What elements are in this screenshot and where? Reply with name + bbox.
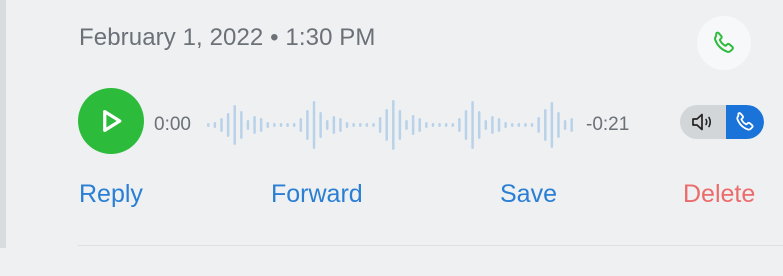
waveform-bar	[491, 116, 494, 134]
waveform-bar	[233, 105, 236, 145]
waveform-bar	[524, 123, 527, 127]
phone-option[interactable]	[726, 105, 764, 139]
waveform-bar	[484, 120, 488, 130]
waveform-bar	[312, 101, 316, 149]
call-type-badge	[697, 16, 751, 70]
waveform-bar	[299, 118, 303, 132]
speaker-icon	[692, 113, 712, 131]
waveform-bar	[458, 118, 461, 132]
waveform-bar	[286, 123, 289, 127]
waveform-bar	[438, 123, 441, 127]
waveform-bar	[385, 109, 388, 141]
waveform-bar	[266, 122, 270, 128]
waveform-bar	[550, 102, 554, 148]
delete-button[interactable]: Delete	[683, 180, 755, 209]
waveform-bar	[510, 123, 514, 127]
waveform-bar	[563, 120, 567, 130]
waveform-bar	[451, 123, 455, 127]
waveform-bar	[372, 123, 375, 127]
waveform-bar	[332, 116, 336, 134]
divider	[78, 245, 783, 246]
waveform-bar	[504, 122, 507, 128]
waveform-bar	[392, 100, 395, 150]
waveform-bar	[306, 110, 309, 140]
phone-icon	[736, 112, 754, 131]
waveform-bar	[345, 122, 349, 128]
waveform-bar	[517, 123, 521, 127]
speaker-option[interactable]	[680, 105, 726, 139]
waveform-bar	[425, 122, 428, 128]
waveform-bar	[207, 123, 210, 127]
phone-icon	[714, 31, 734, 53]
waveform-bar	[431, 123, 435, 127]
waveform-bar	[537, 117, 540, 133]
message-timestamp: February 1, 2022 • 1:30 PM	[79, 24, 376, 51]
waveform-bar	[471, 101, 474, 149]
left-border	[0, 0, 6, 248]
waveform-bar	[273, 123, 276, 127]
waveform-bar	[405, 120, 408, 130]
waveform-bar	[411, 115, 415, 135]
audio-output-toggle[interactable]	[680, 105, 764, 139]
play-icon	[103, 110, 122, 132]
waveform-bar	[253, 116, 256, 134]
waveform-bar	[246, 120, 250, 130]
waveform-bar	[359, 123, 362, 127]
time-remaining: -0:21	[586, 114, 630, 135]
waveform-bar	[240, 111, 243, 139]
waveform-scrubber[interactable]	[205, 92, 575, 158]
waveform-bar	[544, 109, 547, 141]
time-elapsed: 0:00	[154, 114, 191, 135]
waveform-bar	[557, 112, 560, 138]
waveform-bar	[319, 112, 322, 138]
waveform-bar	[213, 122, 217, 128]
waveform-bar	[530, 123, 534, 127]
waveform-bar	[352, 123, 355, 127]
waveform-bar	[365, 123, 369, 127]
reply-button[interactable]: Reply	[79, 180, 143, 209]
waveform-bar	[398, 110, 402, 140]
waveform-bar	[477, 111, 481, 139]
waveform-bar	[220, 118, 223, 132]
waveform-bar	[464, 110, 468, 140]
waveform-bar	[279, 123, 283, 127]
waveform-bar	[497, 118, 501, 132]
waveform-bar	[570, 118, 573, 132]
save-button[interactable]: Save	[500, 180, 557, 209]
waveform-bar	[339, 118, 342, 132]
waveform-bar	[418, 118, 421, 132]
waveform-bar	[444, 123, 448, 127]
waveform-bar	[325, 120, 329, 130]
play-button[interactable]	[78, 88, 144, 154]
forward-button[interactable]: Forward	[271, 180, 363, 209]
waveform-bar	[292, 123, 296, 127]
waveform-bar	[259, 118, 263, 132]
waveform-bar	[226, 113, 230, 137]
waveform-bar	[378, 117, 382, 133]
